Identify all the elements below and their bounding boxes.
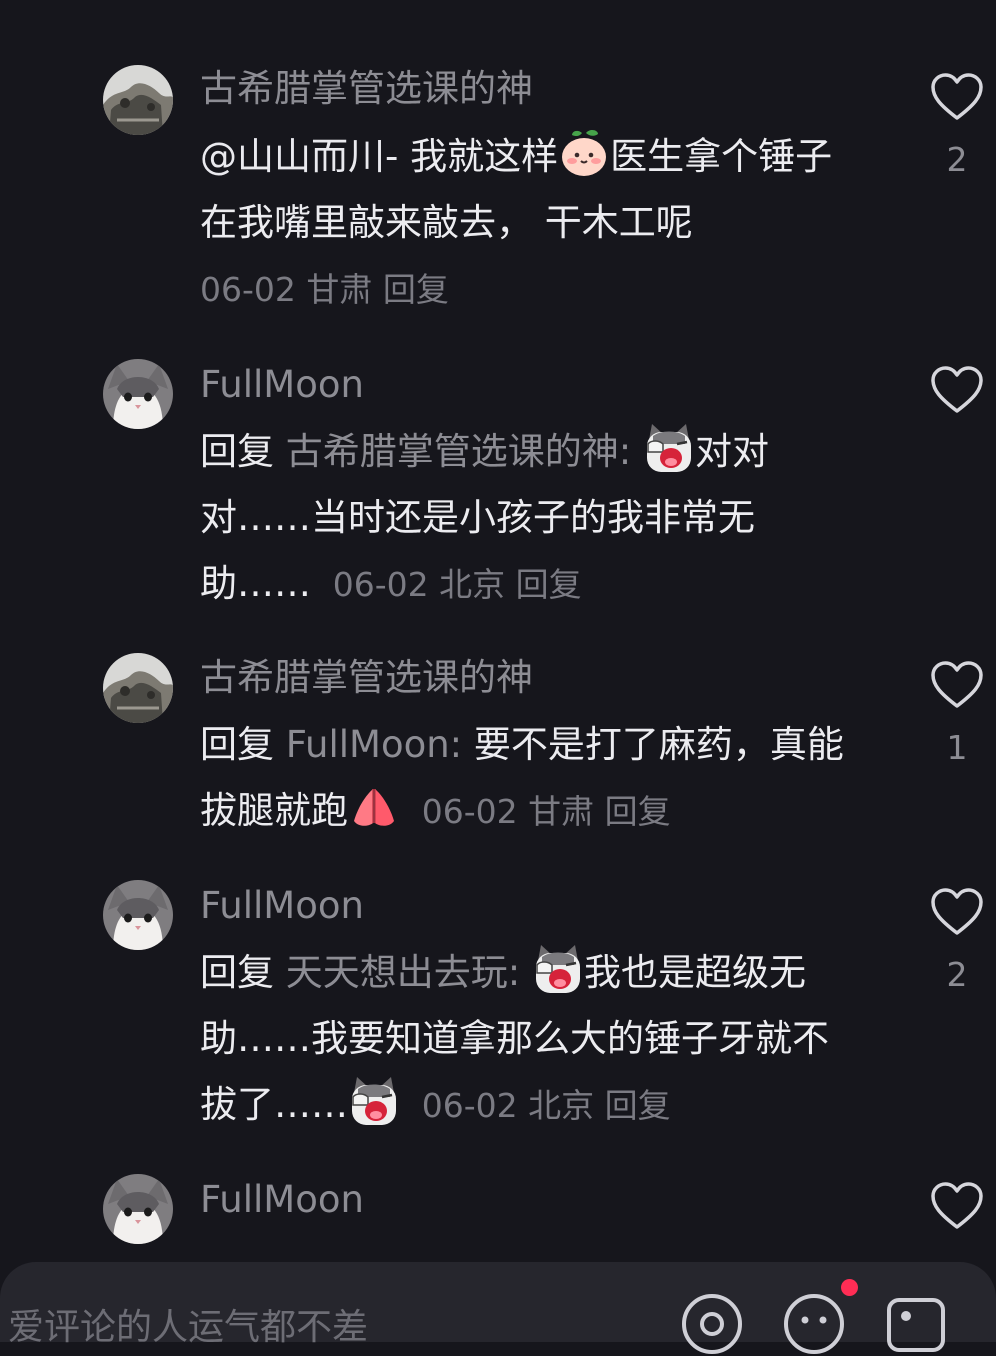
comment-input-bar: 爱评论的人运气都不差	[0, 1262, 996, 1354]
comment-date: 06-02	[421, 1086, 518, 1125]
comment-body: 回复 古希腊掌管选课的神: 对对对……当时还是小孩子的我非常无助…… 06-02…	[200, 419, 860, 618]
heart-icon	[930, 365, 984, 415]
like-button[interactable]: 1	[930, 660, 984, 768]
heart-icon	[930, 887, 984, 937]
image-icon[interactable]	[884, 1292, 948, 1356]
stone-sculpture-avatar-icon	[103, 653, 173, 723]
comment-author[interactable]: 古希腊掌管选课的神	[200, 655, 533, 701]
praying-hands-emoji-icon	[348, 781, 400, 833]
reply-button[interactable]: 回复	[605, 792, 671, 831]
like-button[interactable]: 2	[930, 72, 984, 180]
comment-author[interactable]: 古希腊掌管选课的神	[200, 66, 533, 112]
like-button[interactable]: 2	[930, 887, 984, 995]
comment-meta: 06-02 甘肃 回复	[422, 792, 671, 831]
comment-author[interactable]: FullMoon	[200, 362, 364, 408]
comment-author[interactable]: FullMoon	[200, 883, 364, 929]
reply-target-link[interactable]: FullMoon:	[286, 723, 474, 766]
comment-location: 北京	[528, 1086, 595, 1125]
avatar[interactable]	[103, 1174, 173, 1244]
grey-cat-avatar-icon	[103, 880, 173, 950]
avatar[interactable]	[103, 880, 173, 950]
notification-dot	[841, 1279, 858, 1296]
comment-meta: 06-02 甘肃 回复	[200, 270, 449, 309]
grey-cat-avatar-icon	[103, 359, 173, 429]
comment-author[interactable]: FullMoon	[200, 1177, 364, 1223]
crying-cat-emoji-icon	[348, 1075, 400, 1127]
comment-date: 06-02	[421, 792, 518, 831]
comment-meta: 06-02 北京 回复	[333, 565, 582, 604]
heart-icon	[930, 660, 984, 710]
crying-cat-emoji-icon	[643, 422, 695, 474]
reply-prefix: 回复	[200, 951, 286, 994]
reply-target-link[interactable]: 天天想出去玩:	[286, 951, 532, 994]
reply-button[interactable]: 回复	[383, 270, 449, 309]
heart-icon	[930, 72, 984, 122]
like-button[interactable]	[930, 1181, 984, 1231]
comment-date: 06-02	[200, 270, 296, 309]
comment-body: 回复 FullMoon: 要不是打了麻药，真能拔腿就跑 06-02 甘肃 回复	[200, 712, 860, 845]
reply-button[interactable]: 回复	[516, 565, 582, 604]
avatar[interactable]	[103, 359, 173, 429]
comment-text: 我就这样	[398, 135, 559, 178]
reply-prefix: 回复	[200, 723, 286, 766]
reply-button[interactable]: 回复	[605, 1086, 671, 1125]
comment-location: 北京	[439, 565, 506, 604]
stone-sculpture-avatar-icon	[103, 65, 173, 135]
mention-link[interactable]: @山山而川-	[200, 135, 398, 178]
heart-icon	[930, 1181, 984, 1231]
emoji-icon[interactable]	[782, 1292, 846, 1356]
like-count: 2	[946, 140, 968, 179]
like-count: 2	[946, 955, 968, 994]
peach-face-emoji-icon	[558, 127, 610, 179]
reply-prefix: 回复	[200, 430, 286, 473]
avatar[interactable]	[103, 653, 173, 723]
like-button[interactable]	[930, 365, 984, 433]
comment-date: 06-02	[332, 565, 429, 604]
at-icon[interactable]	[680, 1292, 744, 1356]
comment-location: 甘肃	[528, 792, 595, 831]
like-count: 1	[946, 728, 968, 767]
crying-cat-emoji-icon	[532, 943, 584, 995]
grey-cat-avatar-icon	[103, 1174, 173, 1244]
reply-target-link[interactable]: 古希腊掌管选课的神:	[286, 430, 643, 473]
comment-location: 甘肃	[306, 270, 373, 309]
comment-body: 回复 天天想出去玩: 我也是超级无助……我要知道拿那么大的锤子牙就不拔了…… 0…	[200, 940, 860, 1139]
comment-body: @山山而川- 我就这样 医生拿个锤子在我嘴里敲来敲去， 干木工呢 06-02 甘肃…	[200, 124, 860, 323]
avatar[interactable]	[103, 65, 173, 135]
comment-meta: 06-02 北京 回复	[422, 1086, 671, 1125]
comment-input[interactable]: 爱评论的人运气都不差	[8, 1298, 368, 1350]
